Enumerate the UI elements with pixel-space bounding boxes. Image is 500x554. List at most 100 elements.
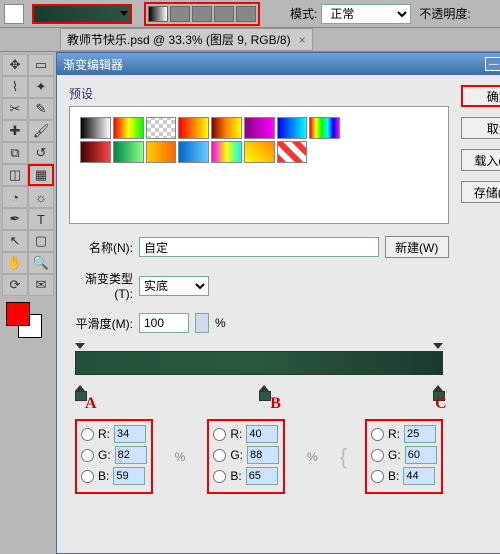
- eyedropper-tool-icon[interactable]: ✎: [28, 98, 54, 120]
- new-button[interactable]: 新建(W): [385, 236, 449, 258]
- preset-swatch[interactable]: [244, 117, 275, 139]
- close-icon[interactable]: ×: [299, 33, 306, 47]
- minimize-icon[interactable]: ―: [485, 57, 500, 71]
- color-stop-b[interactable]: [259, 385, 269, 399]
- preset-swatch[interactable]: [277, 141, 308, 163]
- gradient-tool-icon[interactable]: ▦: [28, 164, 54, 186]
- smoothness-input[interactable]: [139, 313, 189, 333]
- notes-tool-icon[interactable]: ✉: [28, 274, 54, 296]
- b-radio[interactable]: [371, 470, 384, 483]
- g-input-a[interactable]: [115, 446, 147, 464]
- presets-label: 预设: [69, 85, 449, 102]
- b-input-b[interactable]: [246, 467, 278, 485]
- dialog-titlebar[interactable]: 渐变编辑器 ― □ ✕: [57, 53, 500, 75]
- dodge-tool-icon[interactable]: ☼: [28, 186, 54, 208]
- g-radio[interactable]: [213, 449, 226, 462]
- preset-swatch[interactable]: [113, 117, 144, 139]
- opacity-stop-right[interactable]: [433, 343, 443, 353]
- pen-tool-icon[interactable]: ✒: [2, 208, 28, 230]
- name-label: 名称(N):: [69, 239, 133, 256]
- cancel-button[interactable]: 取消: [461, 117, 500, 139]
- document-title: 教师节快乐.psd @ 33.3% (图层 9, RGB/8): [67, 31, 291, 48]
- rotate-tool-icon[interactable]: ⟳: [2, 274, 28, 296]
- tool-preset-swatch[interactable]: [4, 4, 24, 24]
- gradient-type-group: [144, 2, 260, 26]
- opacity-label: 不透明度:: [419, 5, 470, 22]
- preset-swatch[interactable]: [277, 117, 308, 139]
- r-radio[interactable]: [81, 428, 94, 441]
- preset-swatch[interactable]: [244, 141, 275, 163]
- reflected-gradient-icon[interactable]: [214, 6, 234, 22]
- ok-button[interactable]: 确定: [461, 85, 500, 107]
- diamond-gradient-icon[interactable]: [236, 6, 256, 22]
- shape-tool-icon[interactable]: ▢: [28, 230, 54, 252]
- wand-tool-icon[interactable]: ✦: [28, 76, 54, 98]
- gradient-type-select[interactable]: 实底: [139, 276, 209, 296]
- gradient-editor-dialog: 渐变编辑器 ― □ ✕ 预设 名称(N): 新建(W) 渐变类型(T):: [56, 52, 500, 554]
- g-input-b[interactable]: [247, 446, 279, 464]
- path-tool-icon[interactable]: ↖: [2, 230, 28, 252]
- document-tab-bar: 教师节快乐.psd @ 33.3% (图层 9, RGB/8) ×: [0, 28, 500, 52]
- stamp-tool-icon[interactable]: ⧉: [2, 142, 28, 164]
- dialog-title: 渐变编辑器: [63, 56, 123, 73]
- move-tool-icon[interactable]: ✥: [2, 54, 28, 76]
- r-input-b[interactable]: [246, 425, 278, 443]
- save-button[interactable]: 存储(S)...: [461, 181, 500, 203]
- opacity-stop-left[interactable]: [75, 343, 85, 353]
- crop-tool-icon[interactable]: ✂: [2, 98, 28, 120]
- eraser-tool-icon[interactable]: ◫: [2, 164, 28, 186]
- blur-tool-icon[interactable]: ◔: [2, 186, 28, 208]
- preset-swatch[interactable]: [80, 117, 111, 139]
- preset-swatch[interactable]: [178, 141, 209, 163]
- blend-mode-select[interactable]: 正常: [321, 4, 411, 24]
- color-swatches[interactable]: [2, 302, 54, 342]
- document-tab[interactable]: 教师节快乐.psd @ 33.3% (图层 9, RGB/8) ×: [60, 28, 313, 51]
- foreground-color-swatch[interactable]: [6, 302, 30, 326]
- history-tool-icon[interactable]: ↺: [28, 142, 54, 164]
- r-input-c[interactable]: [404, 425, 436, 443]
- brush-tool-icon[interactable]: 🖌: [28, 120, 54, 142]
- angle-gradient-icon[interactable]: [192, 6, 212, 22]
- preset-swatch[interactable]: [146, 117, 177, 139]
- g-radio[interactable]: [81, 449, 94, 462]
- linear-gradient-icon[interactable]: [148, 6, 168, 22]
- rgb-group-c: R: G: B:: [365, 419, 443, 494]
- gradient-preview-dropdown[interactable]: [32, 4, 132, 24]
- radial-gradient-icon[interactable]: [170, 6, 190, 22]
- name-input[interactable]: [139, 237, 379, 257]
- rgb-group-b: R: G: B:: [207, 419, 285, 494]
- color-stop-a[interactable]: [75, 385, 85, 399]
- heal-tool-icon[interactable]: ✚: [2, 120, 28, 142]
- preset-swatch[interactable]: [309, 117, 340, 139]
- preset-swatch[interactable]: [80, 141, 111, 163]
- percent-label: %: [215, 316, 226, 330]
- b-radio[interactable]: [81, 470, 94, 483]
- load-button[interactable]: 载入(L)...: [461, 149, 500, 171]
- marquee-tool-icon[interactable]: ▭: [28, 54, 54, 76]
- options-bar: 模式: 正常 不透明度:: [0, 0, 500, 28]
- preset-swatch[interactable]: [146, 141, 177, 163]
- lasso-tool-icon[interactable]: ⌇: [2, 76, 28, 98]
- gradient-bar[interactable]: A B C: [69, 351, 449, 411]
- g-radio[interactable]: [371, 449, 384, 462]
- type-label: 渐变类型(T):: [69, 270, 133, 301]
- zoom-tool-icon[interactable]: 🔍: [28, 252, 54, 274]
- mode-label: 模式:: [290, 5, 317, 22]
- mark-b: B: [270, 395, 281, 413]
- b-input-c[interactable]: [403, 467, 435, 485]
- smooth-label: 平滑度(M):: [69, 315, 133, 332]
- b-radio[interactable]: [213, 470, 226, 483]
- type-tool-icon[interactable]: T: [28, 208, 54, 230]
- preset-swatch[interactable]: [178, 117, 209, 139]
- preset-swatch[interactable]: [113, 141, 144, 163]
- r-radio[interactable]: [213, 428, 226, 441]
- b-input-a[interactable]: [113, 467, 145, 485]
- preset-swatch[interactable]: [211, 141, 242, 163]
- g-input-c[interactable]: [405, 446, 437, 464]
- hand-tool-icon[interactable]: ✋: [2, 252, 28, 274]
- r-radio[interactable]: [371, 428, 384, 441]
- r-input-a[interactable]: [114, 425, 146, 443]
- smoothness-stepper[interactable]: [195, 313, 209, 333]
- preset-swatch[interactable]: [211, 117, 242, 139]
- tool-sidebar: ✥ ▭ ⌇ ✦ ✂ ✎ ✚ 🖌 ⧉ ↺ ◫ ▦ ◔ ☼ ✒ T ↖ ▢ ✋ 🔍 …: [0, 52, 56, 554]
